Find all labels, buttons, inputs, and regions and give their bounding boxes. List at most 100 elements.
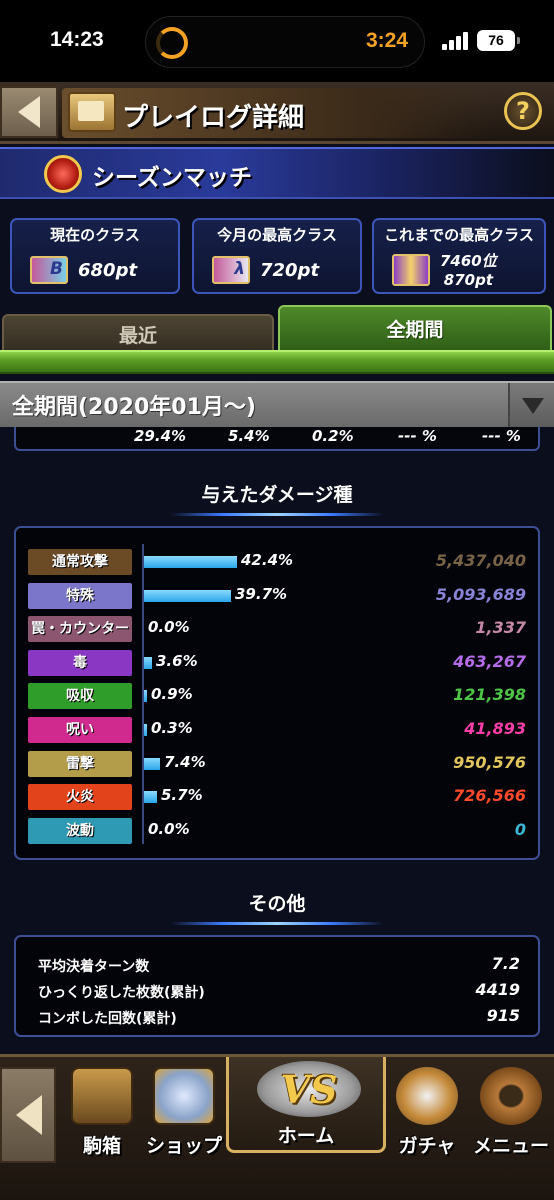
vs-icon: VS (257, 1061, 361, 1117)
class-b-icon: B (30, 256, 68, 284)
nav-gacha[interactable]: ガチャ (388, 1065, 466, 1165)
section-divider (170, 922, 384, 925)
damage-row: 吸収 0.9% 121,398 (16, 682, 538, 710)
damage-value: 463,267 (453, 651, 526, 671)
current-class-card: 現在のクラス B 680pt (10, 218, 180, 294)
damage-percent: 0.0% (148, 618, 190, 637)
damage-bar (144, 791, 157, 804)
damage-percent: 7.4% (164, 752, 206, 771)
damage-value: 1,337 (475, 618, 526, 638)
monthly-best-class-card: 今月の最高クラス λ 720pt (192, 218, 362, 294)
stat-value: 915 (486, 1006, 520, 1025)
damage-row: 雷撃 7.4% 950,576 (16, 750, 538, 778)
other-section-title: その他 (248, 893, 306, 915)
prev-stat: 29.4% (134, 427, 187, 445)
nav-shop[interactable]: ショップ (142, 1065, 226, 1165)
signal-icon (442, 32, 470, 50)
nav-label: ガチャ (398, 1135, 456, 1157)
damage-type-label: 罠・カウンター (28, 616, 132, 643)
nav-label: ショップ (145, 1135, 222, 1157)
period-dropdown[interactable]: 全期間(2020年01月～) (0, 381, 554, 427)
damage-row: 毒 3.6% 463,267 (16, 649, 538, 677)
damage-type-label: 毒 (28, 649, 132, 676)
crown-icon (44, 155, 82, 193)
nav-label: 駒箱 (82, 1135, 121, 1157)
back-button[interactable] (0, 86, 58, 138)
dynamic-island[interactable]: 3:24 (145, 16, 425, 68)
previous-stats-panel: 29.4% 5.4% 0.2% --- % --- % (14, 427, 540, 451)
stat-value: 7.2 (491, 954, 520, 973)
damage-value: 5,437,040 (435, 551, 526, 570)
damage-bar (144, 556, 237, 568)
card-heading: これまでの最高クラス (384, 226, 534, 244)
coins-icon (396, 1067, 458, 1125)
damage-panel: 通常攻撃 42.4% 5,437,040 特殊 39.7% 5,093,689 罠・カウンタ… (14, 526, 540, 860)
bottom-nav: 駒箱 ショップ VS ホーム ガチャ メニュー (0, 1054, 554, 1200)
damage-bar (144, 690, 147, 703)
class-cards: 現在のクラス B 680pt 今月の最高クラス λ 720pt これまでの最高ク… (10, 218, 546, 294)
nav-label: ホーム (277, 1125, 335, 1147)
page-title: プレイログ詳細 (122, 103, 305, 133)
nav-piece-box[interactable]: 駒箱 (62, 1065, 142, 1165)
damage-row: 特殊 39.7% 5,093,689 (16, 582, 538, 610)
battery-icon: 76 (477, 30, 520, 51)
chevron-left-icon (16, 1095, 42, 1135)
shop-icon (153, 1067, 215, 1125)
damage-bar (144, 757, 160, 770)
prev-stat: --- % (398, 427, 437, 445)
stat-label: ひっくり返した枚数(累計) (38, 985, 205, 1001)
damage-row: 波動 0.0% 0 (16, 817, 538, 845)
damage-percent: 0.0% (148, 819, 190, 838)
damage-percent: 5.7% (161, 786, 203, 805)
stat-label: コンボした回数(累計) (38, 1011, 177, 1027)
damage-type-label: 呪い (28, 717, 132, 743)
period-selected: 全期間(2020年01月～) (12, 395, 256, 420)
damage-bar (144, 724, 147, 736)
chevron-left-icon (18, 96, 40, 128)
other-stats-panel: 平均決着ターン数 7.2 ひっくり返した枚数(累計) 4419 コンボした回数(… (14, 935, 540, 1037)
damage-type-label: 雷撃 (28, 750, 132, 777)
help-button[interactable]: ? (504, 92, 542, 130)
clock: 14:23 (50, 28, 104, 51)
nav-back-button[interactable] (0, 1067, 56, 1163)
damage-value: 5,093,689 (435, 584, 526, 604)
damage-value: 726,566 (453, 786, 526, 806)
timer-icon (156, 27, 188, 59)
season-label: シーズンマッチ (92, 165, 252, 191)
card-value: 7460位 870pt (440, 252, 497, 289)
treasure-chest-icon (71, 1067, 133, 1125)
playlog-icon (68, 92, 116, 132)
card-value: 720pt (260, 260, 320, 281)
tab-all-time[interactable]: 全期間 (278, 305, 552, 351)
damage-percent: 0.9% (151, 685, 193, 704)
damage-value: 121,398 (453, 685, 526, 705)
damage-row: 通常攻撃 42.4% 5,437,040 (16, 548, 538, 576)
damage-type-label: 特殊 (28, 582, 132, 609)
title-plate: プレイログ詳細 (62, 88, 492, 138)
damage-type-label: 波動 (28, 817, 132, 844)
stat-row: ひっくり返した枚数(累計) 4419 (38, 979, 520, 1005)
stat-row: 平均決着ターン数 7.2 (38, 953, 520, 979)
damage-percent: 39.7% (235, 584, 288, 603)
nav-home[interactable]: VS ホーム (226, 1057, 386, 1153)
gear-icon (480, 1067, 542, 1125)
damage-percent: 42.4% (241, 551, 294, 569)
damage-row: 呪い 0.3% 41,893 (16, 716, 538, 744)
timer-text: 3:24 (365, 29, 408, 52)
nav-menu[interactable]: メニュー (468, 1065, 554, 1165)
alltime-best-class-card: これまでの最高クラス 7460位 870pt (372, 218, 546, 294)
damage-bar (144, 656, 152, 669)
nav-label: メニュー (472, 1135, 549, 1157)
damage-value: 0 (514, 819, 526, 839)
tab-underline (0, 350, 554, 374)
dropdown-arrow-icon[interactable] (508, 383, 554, 427)
tab-recent[interactable]: 最近 (2, 314, 274, 352)
damage-row: 罠・カウンター 0.0% 1,337 (16, 615, 538, 643)
stat-value: 4419 (475, 980, 520, 999)
section-divider (170, 513, 384, 516)
prev-stat: --- % (482, 427, 521, 445)
damage-section-title: 与えたダメージ種 (201, 484, 353, 506)
season-banner: シーズンマッチ (0, 147, 554, 199)
card-value: 680pt (78, 260, 138, 281)
damage-value: 950,576 (453, 752, 526, 772)
